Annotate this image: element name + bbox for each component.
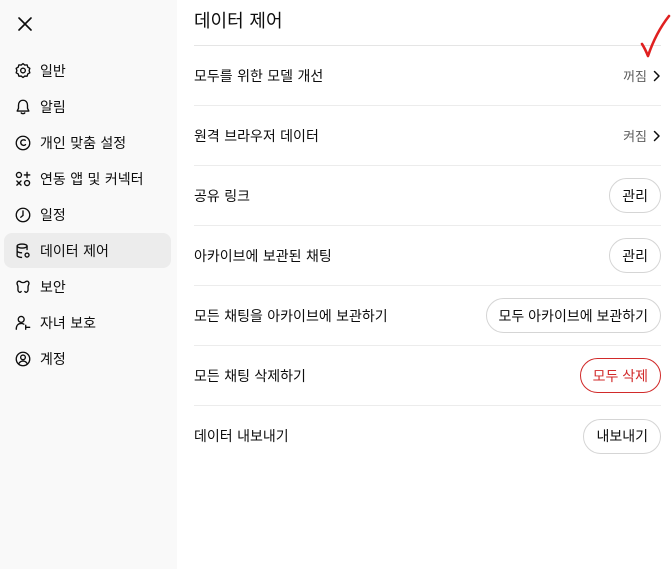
sidebar-item-notifications[interactable]: 알림 bbox=[4, 89, 171, 124]
setting-row-shared-links: 공유 링크 관리 bbox=[194, 166, 661, 226]
sidebar-item-label: 자녀 보호 bbox=[40, 315, 96, 332]
sidebar-nav: 일반 알림 개인 맞춤 설정 연동 앱 및 커넥터 일정 데이터 제어 보안 자… bbox=[4, 53, 171, 377]
sidebar-item-label: 일반 bbox=[40, 63, 66, 80]
manage-shared-links-button[interactable]: 관리 bbox=[609, 178, 661, 213]
setting-label: 모두를 위한 모델 개선 bbox=[194, 68, 324, 85]
setting-value: 꺼짐 bbox=[623, 70, 647, 85]
page-title: 데이터 제어 bbox=[194, 11, 283, 32]
apps-icon bbox=[13, 169, 33, 189]
sidebar-item-label: 알림 bbox=[40, 99, 66, 116]
setting-row-archived-chats: 아카이브에 보관된 채팅 관리 bbox=[194, 226, 661, 286]
setting-row-export-data: 데이터 내보내기 내보내기 bbox=[194, 406, 661, 466]
sidebar-item-label: 계정 bbox=[40, 351, 66, 368]
sidebar-item-connected-apps[interactable]: 연동 앱 및 커넥터 bbox=[4, 161, 171, 196]
red-checkmark-annotation bbox=[640, 14, 671, 58]
close-button[interactable] bbox=[14, 13, 36, 35]
setting-label: 원격 브라우저 데이터 bbox=[194, 128, 319, 145]
database-icon bbox=[13, 241, 33, 261]
manage-archived-chats-button[interactable]: 관리 bbox=[609, 238, 661, 273]
setting-label: 아카이브에 보관된 채팅 bbox=[194, 248, 332, 265]
close-icon bbox=[18, 17, 32, 31]
sidebar-item-account[interactable]: 계정 bbox=[4, 341, 171, 376]
setting-row-delete-all: 모든 채팅 삭제하기 모두 삭제 bbox=[194, 346, 661, 406]
sidebar-item-schedule[interactable]: 일정 bbox=[4, 197, 171, 232]
personalization-icon bbox=[13, 133, 33, 153]
delete-all-button[interactable]: 모두 삭제 bbox=[579, 358, 661, 393]
sidebar-item-label: 데이터 제어 bbox=[40, 243, 109, 260]
sidebar-item-security[interactable]: 보안 bbox=[4, 269, 171, 304]
chevron-right-icon bbox=[653, 70, 660, 81]
chevron-right-icon bbox=[653, 130, 660, 141]
setting-row-model-improvement: 모두를 위한 모델 개선 꺼짐 bbox=[194, 46, 661, 106]
model-improvement-toggle-link[interactable]: 꺼짐 bbox=[623, 66, 661, 85]
sidebar-item-data-controls[interactable]: 데이터 제어 bbox=[4, 233, 171, 268]
bell-icon bbox=[13, 97, 33, 117]
settings-list: 모두를 위한 모델 개선 꺼짐 원격 브라우저 데이터 켜짐 공유 링크 관리 … bbox=[194, 46, 661, 466]
gear-icon bbox=[13, 61, 33, 81]
setting-label: 모든 채팅 삭제하기 bbox=[194, 368, 306, 385]
clock-icon bbox=[13, 205, 33, 225]
setting-value: 켜짐 bbox=[623, 130, 647, 145]
archive-all-button[interactable]: 모두 아카이브에 보관하기 bbox=[485, 298, 661, 333]
shield-icon bbox=[13, 277, 33, 297]
account-icon bbox=[13, 349, 33, 369]
sidebar-item-label: 개인 맞춤 설정 bbox=[40, 135, 127, 152]
setting-label: 데이터 내보내기 bbox=[194, 429, 289, 445]
setting-row-archive-all: 모든 채팅을 아카이브에 보관하기 모두 아카이브에 보관하기 bbox=[194, 286, 661, 346]
setting-row-remote-browser-data: 원격 브라우저 데이터 켜짐 bbox=[194, 106, 661, 166]
parental-icon bbox=[13, 313, 33, 333]
sidebar-item-label: 일정 bbox=[40, 207, 66, 224]
sidebar-item-parental-controls[interactable]: 자녀 보호 bbox=[4, 305, 171, 340]
setting-label: 공유 링크 bbox=[194, 188, 250, 205]
export-data-button[interactable]: 내보내기 bbox=[583, 418, 661, 454]
sidebar-item-personalization[interactable]: 개인 맞춤 설정 bbox=[4, 125, 171, 160]
sidebar-item-label: 보안 bbox=[40, 279, 66, 296]
settings-sidebar: 일반 알림 개인 맞춤 설정 연동 앱 및 커넥터 일정 데이터 제어 보안 자… bbox=[0, 0, 177, 569]
sidebar-item-general[interactable]: 일반 bbox=[4, 53, 171, 88]
setting-label: 모든 채팅을 아카이브에 보관하기 bbox=[194, 308, 388, 325]
remote-browser-data-link[interactable]: 켜짐 bbox=[623, 126, 661, 145]
sidebar-item-label: 연동 앱 및 커넥터 bbox=[40, 171, 144, 188]
